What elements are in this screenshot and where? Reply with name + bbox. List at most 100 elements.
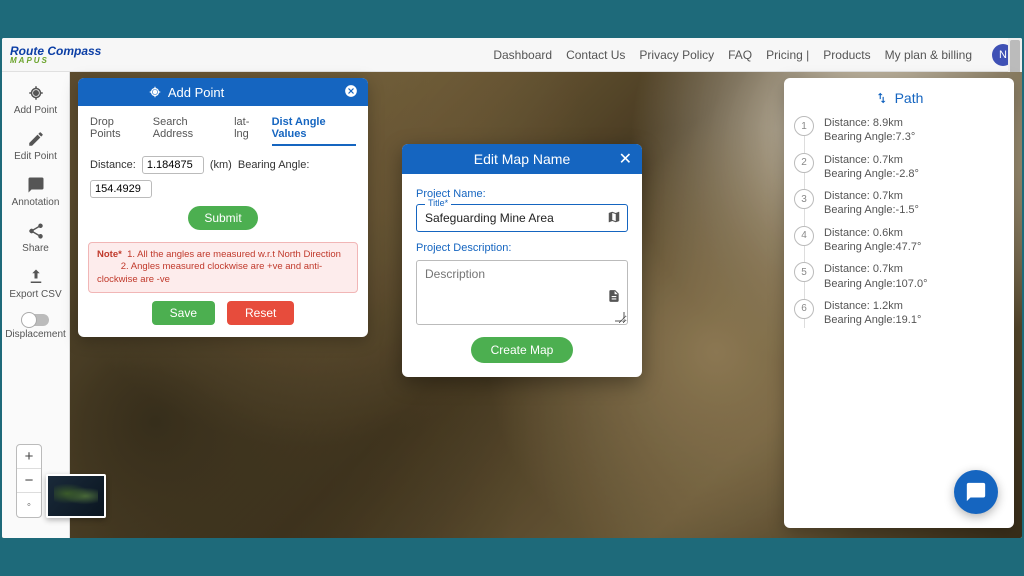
- reset-button[interactable]: Reset: [227, 301, 294, 325]
- modal-header: Edit Map Name ✕: [402, 144, 642, 174]
- path-step-number: 6: [794, 299, 814, 319]
- path-step-number: 2: [794, 153, 814, 173]
- project-desc-input[interactable]: [425, 267, 599, 315]
- path-bearing: Bearing Angle:107.0°: [824, 277, 927, 291]
- path-title: Path: [794, 86, 1004, 116]
- path-panel: Path 1 Distance: 8.9kmBearing Angle:7.3°…: [784, 78, 1014, 528]
- path-bearing: Bearing Angle:-2.8°: [824, 167, 919, 181]
- sidebar-item-displacement[interactable]: Displacement: [2, 308, 69, 346]
- path-step-number: 1: [794, 116, 814, 136]
- title-field-wrap: Title*: [416, 204, 628, 232]
- chat-icon: [965, 481, 987, 503]
- target-icon: [27, 84, 45, 102]
- sidebar-label: Share: [22, 243, 49, 254]
- tab-search-address[interactable]: Search Address: [153, 116, 224, 146]
- top-nav: Dashboard Contact Us Privacy Policy FAQ …: [493, 44, 1014, 66]
- path-distance: Distance: 8.9km: [824, 116, 915, 130]
- nav-pricing[interactable]: Pricing |: [766, 48, 809, 62]
- save-button[interactable]: Save: [152, 301, 215, 325]
- tab-lat-lng[interactable]: lat-lng: [234, 116, 262, 146]
- sidebar-label: Export CSV: [9, 289, 61, 300]
- zoom-reset-button[interactable]: ◦: [17, 493, 41, 517]
- toggle-icon: [23, 314, 49, 326]
- zoom-controls: + − ◦: [16, 444, 42, 518]
- nav-dashboard[interactable]: Dashboard: [493, 48, 552, 62]
- add-point-header: Add Point: [78, 78, 368, 106]
- path-distance: Distance: 1.2km: [824, 299, 921, 313]
- share-icon: [27, 222, 45, 240]
- sidebar-item-annotation[interactable]: Annotation: [2, 170, 69, 214]
- close-icon[interactable]: ✕: [619, 149, 632, 169]
- path-step-number: 4: [794, 226, 814, 246]
- note-box: Note* 1. All the angles are measured w.r…: [88, 242, 358, 293]
- swap-icon: [875, 91, 889, 105]
- edit-map-modal: Edit Map Name ✕ Project Name: Title* Pro…: [402, 144, 642, 377]
- path-distance: Distance: 0.6km: [824, 226, 921, 240]
- bearing-input[interactable]: [90, 180, 152, 198]
- nav-privacy[interactable]: Privacy Policy: [639, 48, 714, 62]
- path-list: 1 Distance: 8.9kmBearing Angle:7.3° 2 Di…: [794, 116, 1004, 328]
- sidebar-item-export-csv[interactable]: Export CSV: [2, 262, 69, 306]
- path-bearing: Bearing Angle:-1.5°: [824, 203, 919, 217]
- path-item[interactable]: 2 Distance: 0.7kmBearing Angle:-2.8°: [794, 153, 1004, 182]
- path-bearing: Bearing Angle:7.3°: [824, 130, 915, 144]
- workspace: Add Point Edit Point Annotation Share Ex…: [2, 72, 1022, 538]
- title-float-label: Title*: [425, 198, 451, 208]
- nav-contact[interactable]: Contact Us: [566, 48, 625, 62]
- path-item[interactable]: 4 Distance: 0.6kmBearing Angle:47.7°: [794, 226, 1004, 255]
- sidebar-label: Add Point: [14, 105, 57, 116]
- path-distance: Distance: 0.7km: [824, 189, 919, 203]
- desc-field-wrap: [416, 260, 628, 325]
- sidebar-label: Displacement: [5, 329, 66, 340]
- path-item[interactable]: 6 Distance: 1.2kmBearing Angle:19.1°: [794, 299, 1004, 328]
- modal-title: Edit Map Name: [474, 151, 570, 167]
- add-point-panel: Add Point Drop Points Search Address lat…: [78, 78, 368, 337]
- path-distance: Distance: 0.7km: [824, 153, 919, 167]
- zoom-out-button[interactable]: −: [17, 469, 41, 493]
- bearing-label: Bearing Angle:: [238, 159, 310, 171]
- sidebar-label: Annotation: [12, 197, 60, 208]
- note-line-2: 2. Angles measured clockwise are +ve and…: [97, 261, 322, 284]
- submit-button[interactable]: Submit: [188, 206, 257, 230]
- sidebar-label: Edit Point: [14, 151, 57, 162]
- map-icon: [607, 210, 621, 227]
- path-step-number: 5: [794, 262, 814, 282]
- close-icon[interactable]: [344, 84, 358, 101]
- sidebar-item-edit-point[interactable]: Edit Point: [2, 124, 69, 168]
- project-title-input[interactable]: [425, 211, 599, 225]
- add-point-tabs: Drop Points Search Address lat-lng Dist …: [78, 106, 368, 150]
- brand-sub: MAPUS: [10, 57, 101, 65]
- add-point-fields: Distance: (km) Bearing Angle:: [78, 150, 368, 200]
- path-bearing: Bearing Angle:19.1°: [824, 313, 921, 327]
- pencil-icon: [27, 130, 45, 148]
- create-map-button[interactable]: Create Map: [471, 337, 574, 363]
- distance-label: Distance:: [90, 159, 136, 171]
- project-desc-label: Project Description:: [416, 242, 628, 254]
- path-item[interactable]: 5 Distance: 0.7kmBearing Angle:107.0°: [794, 262, 1004, 291]
- path-item[interactable]: 3 Distance: 0.7kmBearing Angle:-1.5°: [794, 189, 1004, 218]
- minimap[interactable]: [46, 474, 106, 518]
- distance-input[interactable]: [142, 156, 204, 174]
- nav-faq[interactable]: FAQ: [728, 48, 752, 62]
- file-icon: [607, 289, 621, 306]
- path-distance: Distance: 0.7km: [824, 262, 927, 276]
- distance-unit: (km): [210, 159, 232, 171]
- brand-main: Route Compass: [10, 45, 101, 57]
- note-label: Note*: [97, 249, 122, 260]
- path-bearing: Bearing Angle:47.7°: [824, 240, 921, 254]
- export-icon: [27, 268, 45, 286]
- chat-button[interactable]: [954, 470, 998, 514]
- top-bar: Route Compass MAPUS Dashboard Contact Us…: [2, 38, 1022, 72]
- sidebar-item-add-point[interactable]: Add Point: [2, 78, 69, 122]
- sidebar-item-share[interactable]: Share: [2, 216, 69, 260]
- tab-drop-points[interactable]: Drop Points: [90, 116, 143, 146]
- nav-products[interactable]: Products: [823, 48, 870, 62]
- tab-dist-angle[interactable]: Dist Angle Values: [272, 116, 356, 146]
- note-line-1: 1. All the angles are measured w.r.t Nor…: [127, 249, 341, 260]
- comment-icon: [27, 176, 45, 194]
- zoom-in-button[interactable]: +: [17, 445, 41, 469]
- path-step-number: 3: [794, 189, 814, 209]
- app-window: Route Compass MAPUS Dashboard Contact Us…: [2, 38, 1022, 538]
- nav-billing[interactable]: My plan & billing: [885, 48, 972, 62]
- path-item[interactable]: 1 Distance: 8.9kmBearing Angle:7.3°: [794, 116, 1004, 145]
